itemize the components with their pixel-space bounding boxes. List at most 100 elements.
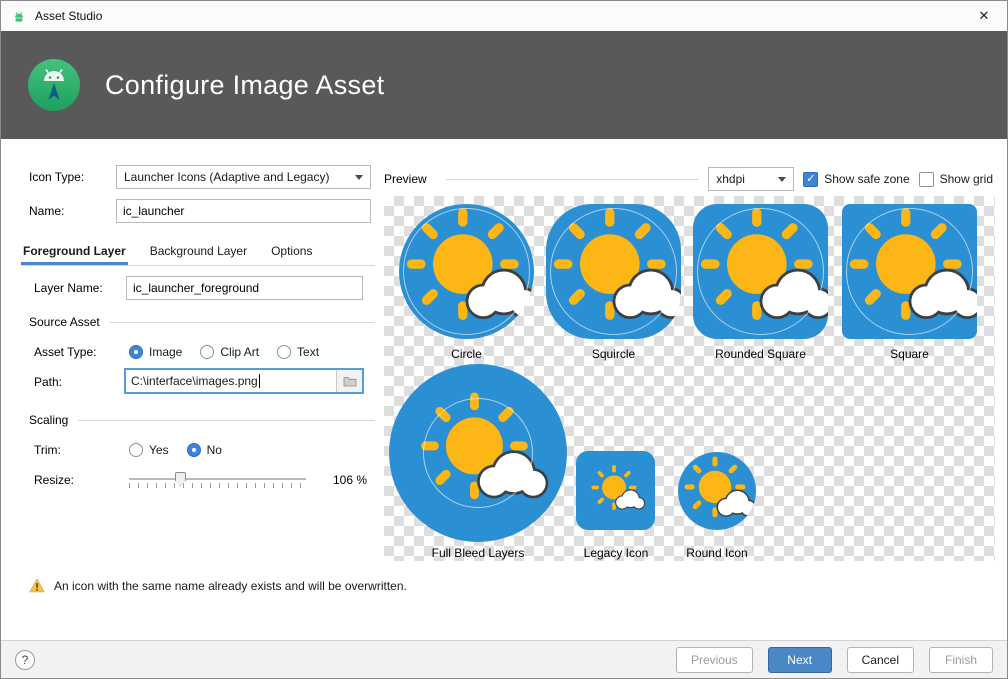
radio-image[interactable]: Image (129, 345, 182, 359)
path-value: C:\interface\images.png (126, 370, 336, 392)
warning-row: An icon with the same name already exist… (29, 578, 407, 593)
shape-label-rounded-square: Rounded Square (693, 347, 828, 361)
source-asset-header: Source Asset (29, 315, 100, 329)
page-title: Configure Image Asset (105, 70, 384, 101)
preview-full-bleed (389, 364, 567, 542)
path-row-label: Path: (34, 369, 62, 395)
resize-row-label: Resize: (34, 469, 74, 491)
finish-button[interactable]: Finish (929, 647, 993, 673)
grid-toggle[interactable]: Show grid (919, 172, 993, 187)
sun-cloud-icon (389, 364, 567, 542)
section-divider (78, 420, 375, 421)
path-label: Path: (34, 375, 62, 389)
radio-text-icon (277, 345, 291, 359)
icon-type-value: Launcher Icons (Adaptive and Legacy) (124, 170, 329, 184)
layer-name-row: Layer Name: (34, 275, 103, 301)
slider-track[interactable] (129, 478, 306, 480)
slider-ticks (129, 483, 306, 488)
resize-label: Resize: (34, 473, 74, 487)
radio-yes-icon (129, 443, 143, 457)
preview-divider (446, 179, 700, 180)
shape-label-round: Round Icon (672, 546, 762, 560)
shape-label-legacy: Legacy Icon (566, 546, 666, 560)
name-row: Name: (29, 199, 64, 223)
preview-canvas: Circle Squircle Rounded Square Square Fu… (384, 196, 995, 561)
trim-row-label: Trim: (34, 439, 61, 461)
sun-cloud-icon (678, 452, 756, 530)
footer-bar: ? Previous Next Cancel Finish (1, 640, 1007, 678)
trim-label: Trim: (34, 443, 61, 457)
safe-zone-toggle[interactable]: Show safe zone (803, 172, 909, 187)
density-value: xhdpi (716, 172, 745, 186)
shape-label-circle: Circle (399, 347, 534, 361)
sun-cloud-icon (693, 204, 828, 339)
help-button[interactable]: ? (15, 650, 35, 670)
dialog-header: Configure Image Asset (1, 31, 1007, 139)
preview-header: Preview xhdpi Show safe zone Show grid (384, 167, 993, 191)
tab-options[interactable]: Options (269, 239, 314, 265)
layer-name-label: Layer Name: (34, 281, 103, 295)
scaling-section: Scaling (29, 413, 375, 427)
tab-foreground-layer[interactable]: Foreground Layer (21, 239, 128, 265)
cancel-button[interactable]: Cancel (847, 647, 914, 673)
radio-image-icon (129, 345, 143, 359)
sun-cloud-icon (546, 204, 681, 339)
resize-value: 106 % (333, 473, 367, 487)
trim-radio-group: Yes No (129, 439, 222, 461)
asset-type-row-label: Asset Type: (34, 341, 96, 363)
radio-clip-art-icon (200, 345, 214, 359)
sun-cloud-icon (842, 204, 977, 339)
radio-clip-art[interactable]: Clip Art (200, 345, 259, 359)
resize-value-row: 106 % (333, 469, 367, 491)
icon-type-select[interactable]: Launcher Icons (Adaptive and Legacy) (116, 165, 371, 189)
window-title: Asset Studio (35, 9, 102, 23)
asset-type-label: Asset Type: (34, 345, 96, 359)
previous-button[interactable]: Previous (676, 647, 753, 673)
warning-icon (29, 578, 45, 593)
next-button[interactable]: Next (768, 647, 832, 673)
preview-label: Preview (384, 172, 427, 186)
dialog-buttons: Previous Next Cancel Finish (676, 647, 993, 673)
grid-checkbox[interactable] (919, 172, 934, 187)
shape-label-squircle: Squircle (546, 347, 681, 361)
source-asset-section: Source Asset (29, 315, 375, 329)
preview-legacy-icon (576, 451, 655, 530)
chevron-down-icon (778, 177, 786, 182)
resize-slider[interactable] (129, 469, 306, 491)
name-input[interactable] (116, 199, 371, 223)
layer-tabs: Foreground Layer Background Layer Option… (21, 239, 375, 266)
grid-label: Show grid (940, 172, 993, 186)
asset-type-radio-group: Image Clip Art Text (129, 341, 319, 363)
safe-zone-checkbox[interactable] (803, 172, 818, 187)
sun-cloud-icon (399, 204, 534, 339)
text-caret (259, 374, 260, 388)
radio-trim-no[interactable]: No (187, 443, 222, 457)
layer-name-input[interactable] (126, 276, 363, 300)
radio-no-icon (187, 443, 201, 457)
section-divider (110, 322, 375, 323)
density-select[interactable]: xhdpi (708, 167, 794, 191)
shape-label-full-bleed: Full Bleed Layers (389, 546, 567, 560)
tab-background-layer[interactable]: Background Layer (148, 239, 249, 265)
name-label: Name: (29, 204, 64, 218)
icon-type-row: Icon Type: (29, 165, 84, 189)
preview-circle (399, 204, 534, 339)
asset-studio-window: Asset Studio ✕ Configure Image Asset Ico… (0, 0, 1008, 679)
folder-icon (343, 375, 357, 387)
icon-type-label: Icon Type: (29, 170, 84, 184)
scaling-header: Scaling (29, 413, 68, 427)
warning-text: An icon with the same name already exist… (54, 579, 407, 593)
chevron-down-icon (355, 175, 363, 180)
browse-folder-button[interactable] (336, 370, 362, 392)
android-studio-logo (27, 58, 81, 112)
close-icon[interactable]: ✕ (961, 1, 1007, 31)
path-input[interactable]: C:\interface\images.png (124, 368, 364, 394)
preview-rounded-square (693, 204, 828, 339)
radio-text[interactable]: Text (277, 345, 319, 359)
title-bar: Asset Studio ✕ (1, 1, 1007, 31)
preview-squircle (546, 204, 681, 339)
radio-trim-yes[interactable]: Yes (129, 443, 169, 457)
preview-square (842, 204, 977, 339)
shape-label-square: Square (842, 347, 977, 361)
android-app-icon (11, 8, 27, 24)
